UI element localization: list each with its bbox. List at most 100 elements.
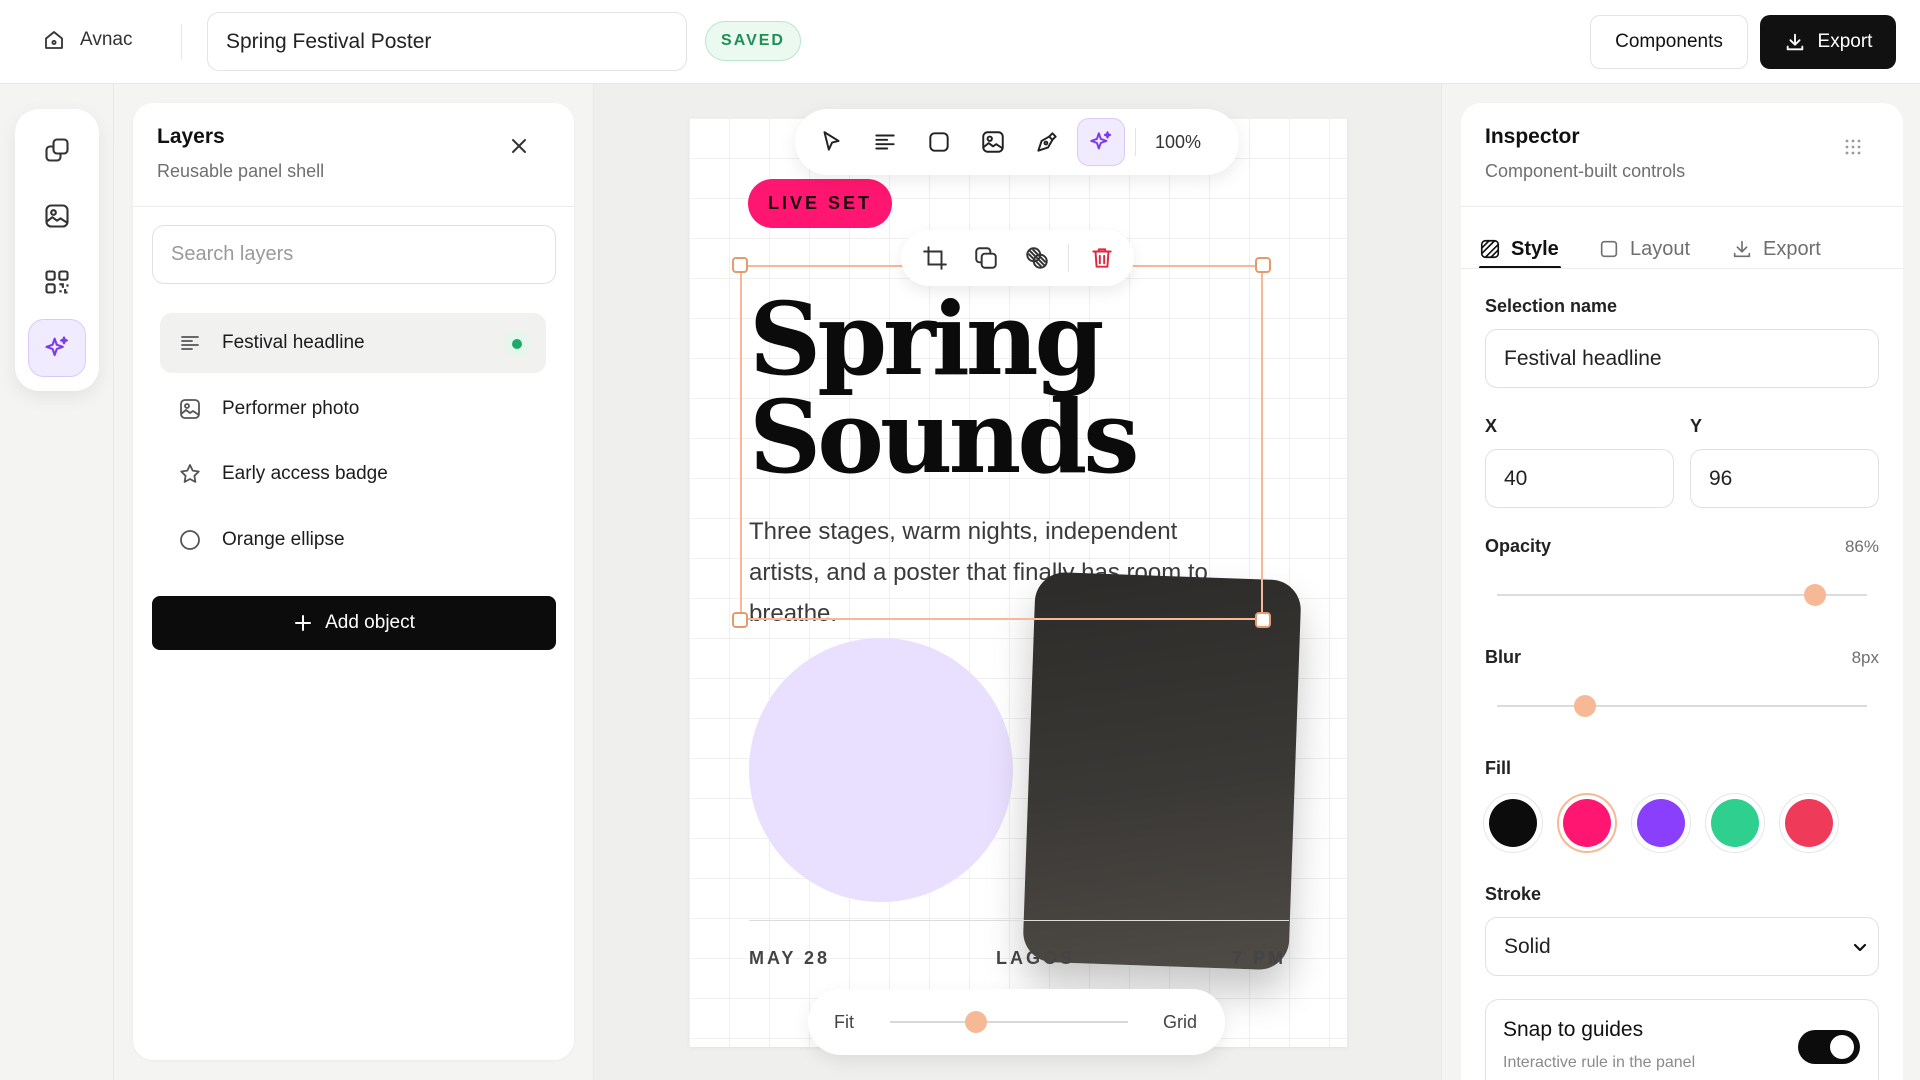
layer-item-orange-ellipse[interactable]: Orange ellipse bbox=[160, 510, 546, 570]
x-label: X bbox=[1485, 416, 1498, 436]
snap-to-guides-card: Snap to guides Interactive rule in the p… bbox=[1485, 999, 1879, 1080]
fill-swatch-green[interactable] bbox=[1705, 793, 1765, 853]
star-icon bbox=[180, 464, 200, 483]
plus-icon bbox=[295, 615, 312, 631]
delete-button[interactable] bbox=[1084, 240, 1120, 276]
zoom-slider-track[interactable] bbox=[890, 1021, 1128, 1023]
resize-handle-top-left[interactable] bbox=[732, 257, 748, 273]
drag-grip-icon[interactable] bbox=[1842, 136, 1864, 158]
tool-text[interactable] bbox=[861, 118, 909, 166]
zoom-slider-thumb[interactable] bbox=[964, 1011, 987, 1033]
blur-label: Blur bbox=[1485, 647, 1521, 667]
tool-image[interactable] bbox=[969, 118, 1017, 166]
add-object-button[interactable]: Add object bbox=[152, 596, 556, 650]
selection-name-label: Selection name bbox=[1485, 296, 1618, 316]
home-icon bbox=[45, 31, 63, 49]
blur-slider-thumb[interactable] bbox=[1574, 695, 1596, 717]
blur-value: 8px bbox=[1851, 648, 1879, 667]
toolbar-divider bbox=[1135, 128, 1136, 156]
qr-code-icon bbox=[45, 270, 69, 294]
opacity-label: Opacity bbox=[1485, 536, 1552, 556]
performer-photo-card[interactable] bbox=[1022, 571, 1302, 971]
festival-headline[interactable]: Spring Sounds bbox=[749, 280, 1169, 496]
grid-button[interactable]: Grid bbox=[1163, 989, 1197, 1055]
zoom-level[interactable]: 100% bbox=[1155, 109, 1201, 175]
layer-item-early-access-badge[interactable]: Early access badge bbox=[160, 444, 546, 504]
fill-swatch-purple[interactable] bbox=[1631, 793, 1691, 853]
components-button[interactable]: Components bbox=[1590, 15, 1748, 69]
tool-select[interactable] bbox=[807, 118, 855, 166]
opacity-slider-thumb[interactable] bbox=[1804, 584, 1827, 606]
crop-icon bbox=[923, 246, 947, 270]
blend-button[interactable] bbox=[1019, 240, 1055, 276]
resize-handle-bottom-right[interactable] bbox=[1255, 612, 1271, 628]
toggle-knob bbox=[1830, 1035, 1854, 1059]
rail-ai-button[interactable] bbox=[28, 319, 86, 377]
inspector-panel: Inspector Component-built controls Style… bbox=[1461, 103, 1903, 1080]
layer-item-label: Performer photo bbox=[222, 398, 360, 419]
inspector-title: Inspector bbox=[1485, 125, 1580, 148]
rail-layers-button[interactable] bbox=[28, 121, 86, 179]
close-layers-button[interactable] bbox=[504, 131, 534, 161]
search-layers-input[interactable] bbox=[152, 225, 556, 284]
snap-to-guides-toggle[interactable] bbox=[1798, 1030, 1860, 1064]
sparkles-icon bbox=[1090, 131, 1112, 150]
download-icon bbox=[1786, 33, 1803, 51]
saved-status-badge: SAVED bbox=[705, 21, 801, 61]
resize-handle-top-right[interactable] bbox=[1255, 257, 1271, 273]
export-button[interactable]: Export bbox=[1760, 15, 1896, 69]
canvas-zoom-bar: Fit Grid bbox=[808, 989, 1225, 1055]
x-input[interactable] bbox=[1485, 449, 1674, 508]
tool-rail bbox=[15, 109, 99, 391]
layers-panel-subtitle: Reusable panel shell bbox=[157, 161, 325, 181]
fit-button[interactable]: Fit bbox=[834, 989, 854, 1055]
fill-swatch-black[interactable] bbox=[1483, 793, 1543, 853]
blur-slider-track[interactable] bbox=[1497, 705, 1867, 707]
duplicate-button[interactable] bbox=[968, 240, 1004, 276]
layer-item-festival-headline[interactable]: Festival headline bbox=[160, 313, 546, 373]
inspector-tabs-divider bbox=[1461, 268, 1903, 269]
stroke-select[interactable]: Solid bbox=[1485, 917, 1879, 976]
tool-rectangle[interactable] bbox=[915, 118, 963, 166]
fill-swatch-pink[interactable] bbox=[1557, 793, 1617, 853]
pen-icon bbox=[1037, 132, 1057, 152]
tab-export-label: Export bbox=[1763, 237, 1821, 260]
rail-images-button[interactable] bbox=[28, 187, 86, 245]
top-bar: Avnac SAVED Components Export bbox=[0, 0, 1920, 84]
purple-circle-shape[interactable] bbox=[749, 638, 1013, 902]
inspector-header-divider bbox=[1461, 206, 1903, 207]
headline-line-1: Spring bbox=[749, 280, 1104, 398]
selection-name-input[interactable] bbox=[1485, 329, 1879, 388]
y-label: Y bbox=[1690, 416, 1703, 436]
layers-panel-divider bbox=[133, 206, 574, 207]
canvas-toolbar: 100% bbox=[795, 109, 1239, 175]
live-set-badge[interactable]: LIVE SET bbox=[748, 179, 892, 228]
fill-swatch-red[interactable] bbox=[1779, 793, 1839, 853]
circle-icon bbox=[180, 530, 200, 550]
selection-toolbar-divider bbox=[1068, 244, 1069, 272]
close-icon bbox=[512, 139, 526, 153]
image-icon bbox=[45, 204, 69, 228]
tool-pen[interactable] bbox=[1023, 118, 1071, 166]
snap-to-guides-subtitle: Interactive rule in the panel bbox=[1503, 1054, 1696, 1071]
layer-item-label: Orange ellipse bbox=[222, 529, 345, 550]
tab-style-label: Style bbox=[1511, 237, 1559, 260]
brand[interactable]: Avnac bbox=[42, 28, 132, 52]
poster-time[interactable]: 7 PM bbox=[1232, 948, 1286, 969]
headline-line-2: Sounds bbox=[749, 378, 1140, 496]
inspector-subtitle: Component-built controls bbox=[1485, 161, 1686, 181]
tool-ai-magic[interactable] bbox=[1077, 118, 1125, 166]
fill-label: Fill bbox=[1485, 758, 1511, 778]
crop-button[interactable] bbox=[917, 240, 953, 276]
poster-date[interactable]: MAY 28 bbox=[749, 948, 830, 969]
header-divider bbox=[181, 24, 182, 60]
y-input[interactable] bbox=[1690, 449, 1879, 508]
rail-qr-button[interactable] bbox=[28, 253, 86, 311]
document-title-input[interactable] bbox=[207, 12, 687, 71]
layer-item-label: Festival headline bbox=[222, 332, 365, 353]
resize-handle-bottom-left[interactable] bbox=[732, 612, 748, 628]
blend-icon bbox=[1026, 247, 1048, 269]
poster-city[interactable]: LAGOS bbox=[996, 948, 1075, 969]
add-object-label: Add object bbox=[325, 612, 415, 633]
layer-item-performer-photo[interactable]: Performer photo bbox=[160, 379, 546, 439]
